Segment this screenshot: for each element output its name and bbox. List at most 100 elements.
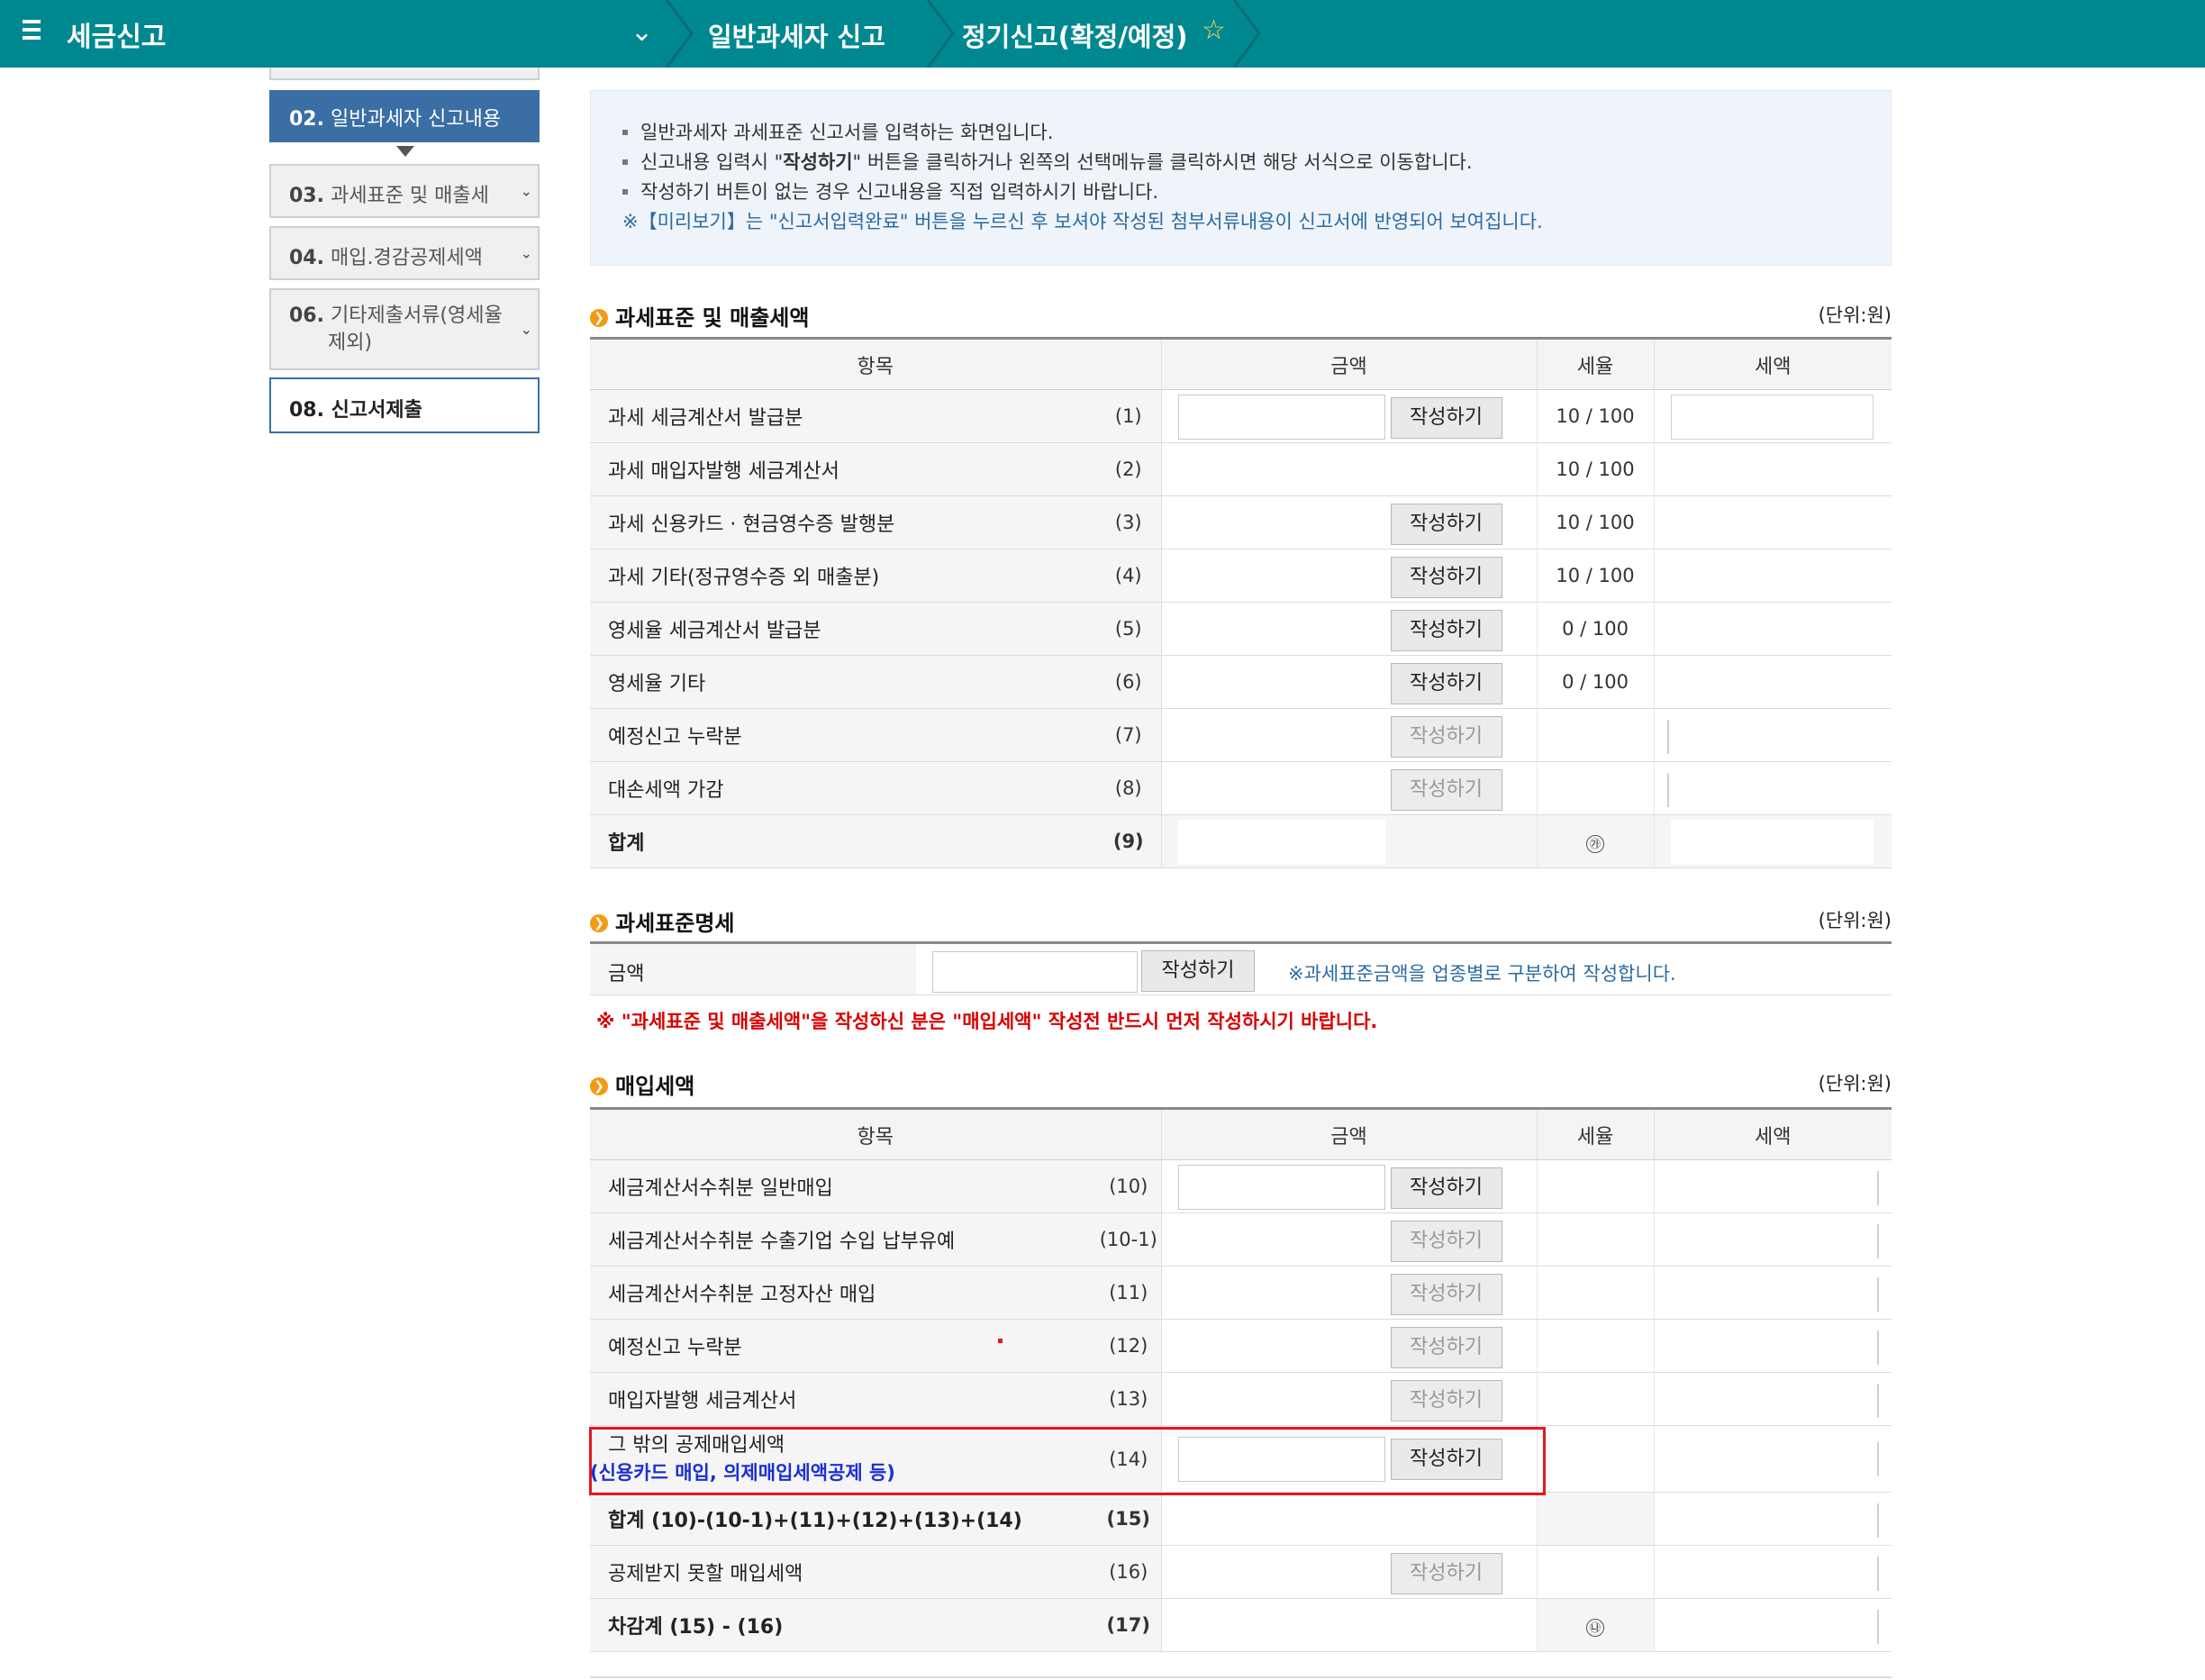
row-number: (3) [1096,495,1162,549]
row-number: (7) [1096,708,1162,762]
bullet-arrow-icon: ❯ [590,914,608,932]
table-row: 매입자발행 세금계산서 (13) 작성하기 [590,1372,1892,1426]
info-box: 일반과세자 과세표준 신고서를 입력하는 화면입니다. 신고내용 입력시 "작성… [590,90,1892,266]
write-button-disabled[interactable]: 작성하기 [1390,1327,1502,1368]
table-row: 세금계산서수취분 수출기업 수입 납부유예 (10-1) 작성하기 [590,1212,1892,1267]
input-edge [1877,1277,1879,1312]
row-number: (9) [1096,814,1162,868]
input-edge [1877,1610,1879,1644]
write-button[interactable]: 작성하기 [1390,1167,1502,1209]
sidebar-item-report-content[interactable]: 02. 일반과세자 신고내용 [269,90,540,142]
row-label: 과세 매입자발행 세금계산서 [590,442,1096,496]
chevron-down-icon[interactable]: ⌄ [631,16,653,48]
app-title[interactable]: 세금신고 [67,14,166,54]
write-button-disabled[interactable]: 작성하기 [1390,1380,1502,1421]
table-row: 영세율 기타 (6) 작성하기 0 / 100 [590,655,1892,709]
sidebar-item-number: 04. [289,247,324,269]
input-edge [1877,1557,1879,1591]
chevron-down-icon[interactable]: ⌄ [516,315,532,343]
write-button-disabled[interactable]: 작성하기 [1390,769,1502,811]
row-label: 과세 세금계산서 발급분 [590,389,1096,443]
col-header-item: 항목 [590,337,1161,390]
write-button[interactable]: 작성하기 [1390,610,1502,651]
breadcrumb-general-taxpayer[interactable]: 일반과세자 신고 [708,16,885,54]
triangle-down-icon [396,146,414,157]
info-line: 작성하기 버튼이 없는 경우 신고내용을 직접 입력하시기 바랍니다. [640,181,1159,203]
standard-row: 금액 작성하기 ※과세표준금액을 업종별로 구분하여 작성합니다. [590,941,1892,995]
row-label: 영세율 세금계산서 발급분 [590,602,1096,656]
write-button-disabled[interactable]: 작성하기 [1390,716,1502,758]
bottom-divider [590,1676,1892,1678]
table-row: 세금계산서수취분 일반매입 (10) 작성하기 [590,1159,1892,1213]
write-button[interactable]: 작성하기 [1390,663,1502,704]
table-row: 과세 매입자발행 세금계산서 (2) 10 / 100 [590,442,1892,496]
standard-hint: ※과세표준금액을 업종별로 구분하여 작성합니다. [1288,963,1676,985]
write-button-disabled[interactable]: 작성하기 [1390,1553,1502,1594]
info-line: " 버튼을 클릭하거나 왼쪽의 선택메뉴를 클릭하시면 해당 서식으로 이동합니… [852,151,1473,173]
row-number: (17) [1096,1598,1162,1652]
unit-label: (단위:원) [1818,1073,1892,1094]
tax-amount-input[interactable] [1670,395,1874,440]
row-number: (10-1) [1096,1212,1162,1267]
sidebar-item-tax-base[interactable]: 03. 과세표준 및 매출세 ⌄ [269,164,540,218]
info-line: 신고내용 입력시 " [640,151,784,173]
chevron-down-icon[interactable]: ⌄ [516,182,532,200]
input-edge [1666,773,1669,807]
tax-rate: 10 / 100 [1536,389,1655,443]
sales-table: 항목 금액 세율 세액 과세 세금계산서 발급분 (1) 작성하기 10 / 1… [590,337,1892,868]
input-edge [1666,720,1669,754]
favorite-star-icon[interactable]: ☆ [1202,14,1226,46]
table-row-total: 합계 (9) ㉮ [590,814,1892,868]
col-header-tax: 세액 [1653,337,1892,390]
total-amount-field [1177,820,1385,865]
row-label: 합계 [590,814,1096,868]
row-number: (16) [1096,1545,1162,1599]
breadcrumb-regular-report[interactable]: 정기신고(확정/예정) [962,16,1188,54]
amount-input[interactable] [1177,395,1385,440]
row-label: 세금계산서수취분 수출기업 수입 납부유예 [590,1212,1096,1267]
table-row: 예정신고 누락분 (7) 작성하기 [590,708,1892,762]
standard-amount-input[interactable] [932,951,1138,993]
row-label: 세금계산서수취분 고정자산 매입 [590,1266,1096,1320]
tax-rate: 0 / 100 [1536,602,1655,656]
info-note: ※【미리보기】는 "신고서입력완료" 버튼을 누르신 후 보셔야 작성된 첨부서… [622,211,1543,232]
write-button-disabled[interactable]: 작성하기 [1390,1221,1502,1262]
sidebar-item-other-documents[interactable]: 06. 기타제출서류(영세율 제외) ⌄ [269,288,540,370]
unit-label: (단위:원) [1818,910,1892,931]
highlight-box [589,1427,1546,1495]
write-button[interactable]: 작성하기 [1141,950,1255,992]
tax-rate [1536,761,1655,815]
warning-text: ※ "과세표준 및 매출세액"을 작성하신 분은 "매입세액" 작성전 반드시 … [596,1011,1378,1032]
sidebar-item-label: 매입.경감공제세액 [330,247,483,269]
write-button[interactable]: 작성하기 [1390,397,1502,439]
row-label: 합계 (10)-(10-1)+(11)+(12)+(13)+(14) [590,1492,1096,1546]
write-button[interactable]: 작성하기 [1390,504,1502,545]
row-number: (6) [1096,655,1162,709]
table-row-total: 합계 (10)-(10-1)+(11)+(12)+(13)+(14) (15) [590,1492,1892,1546]
sidebar-item-partial [269,68,540,80]
circled-mark: ㉮ [1586,834,1604,853]
write-button-disabled[interactable]: 작성하기 [1390,1274,1502,1315]
amount-input[interactable] [1177,1165,1385,1210]
chevron-down-icon[interactable]: ⌄ [521,245,532,262]
input-edge [1877,1442,1879,1476]
tax-rate: 10 / 100 [1536,495,1655,549]
total-tax-field [1670,820,1874,865]
row-number: (11) [1096,1266,1162,1320]
sidebar-item-number: 06. [289,304,324,327]
circled-mark: ㉯ [1586,1618,1604,1637]
sidebar-item-label: 과세표준 및 매출세 [330,185,489,207]
sidebar-item-submit[interactable]: 08. 신고서제출 [269,377,540,433]
row-label: 과세 기타(정규영수증 외 매출분) [590,549,1096,603]
row-label: 대손세액 가감 [590,761,1096,815]
sidebar-item-label-line2: 제외) [328,331,373,354]
row-number: (10) [1096,1159,1162,1213]
row-label: 예정신고 누락분 [590,1319,1096,1373]
hamburger-menu-icon[interactable] [23,20,42,43]
section-title-standard: ❯ 과세표준명세 [590,905,734,937]
write-button[interactable]: 작성하기 [1390,557,1502,598]
breadcrumb-separator-icon [1232,0,1261,68]
row-label: 예정신고 누락분 [590,708,1096,762]
sidebar-item-purchase-deduction[interactable]: 04. 매입.경감공제세액 ⌄ [269,226,540,280]
section-title-sales: ❯ 과세표준 및 매출세액 [590,300,809,331]
